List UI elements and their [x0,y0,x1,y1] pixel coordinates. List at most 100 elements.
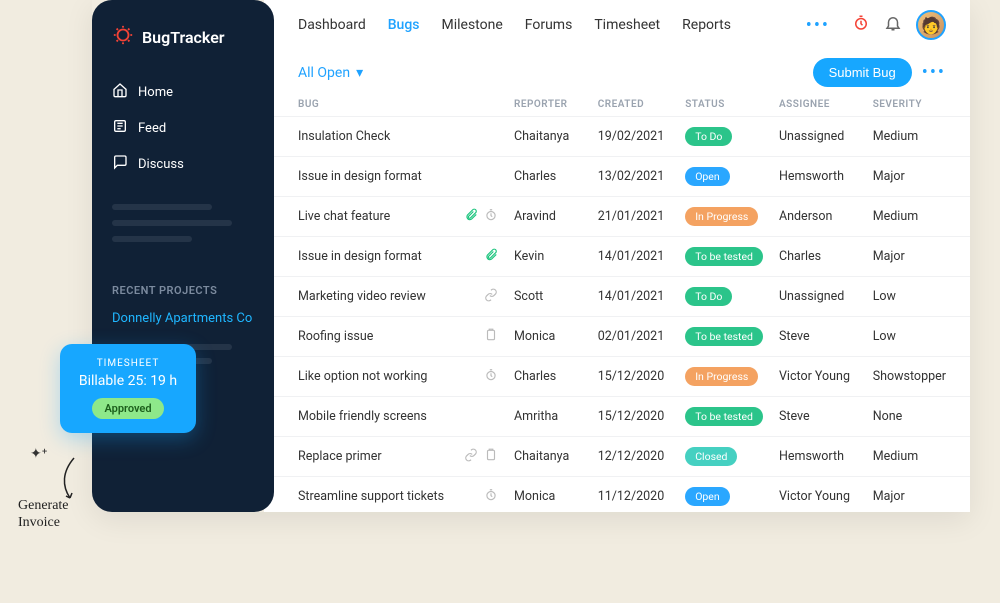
column-header[interactable]: ASSIGNEE [771,93,865,117]
bell-icon[interactable] [884,14,902,36]
brand: BugTracker [92,24,274,74]
bug-title: Insulation Check [298,129,390,144]
sidebar-item-label: Discuss [138,157,184,172]
table-row[interactable]: Issue in design format Charles 13/02/202… [274,157,970,197]
filter-dropdown[interactable]: All Open ▾ [298,65,363,81]
bug-title: Roofing issue [298,329,373,344]
sidebar-item-feed[interactable]: Feed [92,110,274,146]
reporter-cell: Charles [506,357,590,397]
sidebar-item-label: Feed [138,121,166,136]
reporter-cell: Chaitanya [506,117,590,157]
timer-icon [484,208,498,226]
clipboard-icon [484,328,498,346]
nav-skeleton [92,182,274,264]
arrow-icon [54,454,94,504]
column-header[interactable]: REPORTER [506,93,590,117]
sidebar: BugTracker Home Feed Discuss RECENT PROJEC… [92,0,274,512]
tab-timesheet[interactable]: Timesheet [594,17,660,33]
severity-cell: Low [865,277,970,317]
assignee-cell: Unassigned [771,277,865,317]
created-cell: 14/01/2021 [590,277,677,317]
tab-milestone[interactable]: Milestone [442,17,503,33]
created-cell: 11/12/2020 [590,477,677,513]
reporter-cell: Scott [506,277,590,317]
table-row[interactable]: Mobile friendly screens Amritha 15/12/20… [274,397,970,437]
attach-icon [464,208,478,226]
severity-cell: Medium [865,117,970,157]
clipboard-icon [484,448,498,466]
bug-title: Live chat feature [298,209,390,224]
created-cell: 15/12/2020 [590,357,677,397]
severity-cell: Showstopper [865,357,970,397]
status-badge: In Progress [685,207,758,226]
bug-title: Streamline support tickets [298,489,444,504]
table-row[interactable]: Like option not working Charles 15/12/20… [274,357,970,397]
submit-bug-button[interactable]: Submit Bug [813,58,912,87]
column-header[interactable]: CREATED [590,93,677,117]
recent-project-item[interactable]: Donnelly Apartments Co [92,307,274,330]
status-badge: To Do [685,287,732,306]
tab-reports[interactable]: Reports [682,17,731,33]
topbar: Dashboard Bugs Milestone Forums Timesheet Rep… [274,0,970,50]
created-cell: 15/12/2020 [590,397,677,437]
bug-title: Mobile friendly screens [298,409,427,424]
filter-bar: All Open ▾ Submit Bug ••• [274,50,970,93]
table-row[interactable]: Streamline support tickets Monica 11/12/… [274,477,970,513]
created-cell: 19/02/2021 [590,117,677,157]
recent-projects-header: RECENT PROJECTS [92,264,274,307]
timer-icon[interactable] [852,14,870,36]
table-row[interactable]: Issue in design format Kevin 14/01/2021 … [274,237,970,277]
status-badge: In Progress [685,367,758,386]
filter-label: All Open [298,65,350,81]
assignee-cell: Anderson [771,197,865,237]
tab-forums[interactable]: Forums [525,17,573,33]
topnav-more-icon[interactable]: ••• [806,15,830,36]
sidebar-item-discuss[interactable]: Discuss [92,146,274,182]
status-badge: To be tested [685,247,763,266]
filter-more-icon[interactable]: ••• [922,62,946,83]
column-header[interactable]: STATUS [677,93,771,117]
table-row[interactable]: Insulation Check Chaitanya 19/02/2021 To… [274,117,970,157]
status-badge: Open [685,167,730,186]
assignee-cell: Steve [771,397,865,437]
reporter-cell: Charles [506,157,590,197]
severity-cell: Medium [865,197,970,237]
avatar[interactable]: 🧑 [916,10,946,40]
table-row[interactable]: Replace primer Chaitanya 12/12/2020 Clos… [274,437,970,477]
assignee-cell: Hemsworth [771,157,865,197]
top-nav: Dashboard Bugs Milestone Forums Timesheet Rep… [298,17,784,33]
timesheet-card-line: Billable 25: 19 h [72,373,184,389]
timesheet-card[interactable]: TIMESHEET Billable 25: 19 h Approved [60,344,196,433]
main-panel: Dashboard Bugs Milestone Forums Timesheet Rep… [264,0,970,512]
tab-dashboard[interactable]: Dashboard [298,17,366,33]
table-row[interactable]: Marketing video review Scott 14/01/2021 … [274,277,970,317]
assignee-cell: Victor Young [771,357,865,397]
link-icon [464,448,478,466]
table-row[interactable]: Live chat feature Aravind 21/01/2021 In … [274,197,970,237]
bug-title: Replace primer [298,449,382,464]
reporter-cell: Aravind [506,197,590,237]
severity-cell: Major [865,477,970,513]
tab-bugs[interactable]: Bugs [388,17,420,33]
column-header[interactable]: SEVERITY [865,93,970,117]
severity-cell: Major [865,237,970,277]
logo-icon [112,24,134,50]
status-badge: Open [685,487,730,506]
chevron-down-icon: ▾ [356,65,363,81]
severity-cell: Low [865,317,970,357]
bug-title: Issue in design format [298,169,422,184]
assignee-cell: Unassigned [771,117,865,157]
sidebar-item-home[interactable]: Home [92,74,274,110]
bug-title: Like option not working [298,369,427,384]
bug-title: Marketing video review [298,289,426,304]
link-icon [484,288,498,306]
status-badge: Closed [685,447,737,466]
severity-cell: Major [865,157,970,197]
bug-title: Issue in design format [298,249,422,264]
timer-icon [484,368,498,386]
created-cell: 02/01/2021 [590,317,677,357]
table-row[interactable]: Roofing issue Monica 02/01/2021 To be te… [274,317,970,357]
column-header[interactable]: BUG [274,93,506,117]
reporter-cell: Kevin [506,237,590,277]
severity-cell: None [865,397,970,437]
